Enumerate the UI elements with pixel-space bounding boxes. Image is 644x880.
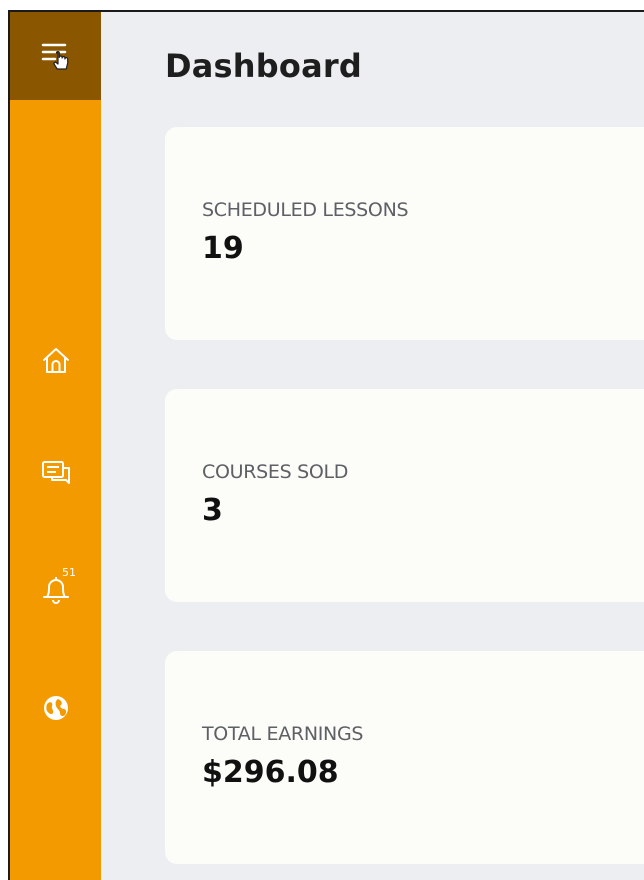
stat-card-label: TOTAL EARNINGS bbox=[202, 723, 364, 745]
sidebar: 51 bbox=[10, 12, 101, 880]
sidebar-item-notifications[interactable]: 51 bbox=[10, 564, 101, 612]
stat-card-label: COURSES SOLD bbox=[202, 461, 349, 483]
sidebar-item-language[interactable] bbox=[10, 684, 101, 732]
chat-icon bbox=[41, 461, 70, 484]
stat-card-courses-sold: COURSES SOLD 3 bbox=[165, 389, 644, 602]
sidebar-item-home[interactable] bbox=[10, 337, 101, 385]
page-title: Dashboard bbox=[165, 47, 362, 85]
stat-card-value: 19 bbox=[202, 231, 244, 266]
hamburger-icon bbox=[41, 43, 68, 70]
stat-card-value: 3 bbox=[202, 493, 223, 528]
stat-card-value: $296.08 bbox=[202, 755, 339, 790]
home-icon bbox=[42, 348, 69, 373]
stat-card-label: SCHEDULED LESSONS bbox=[202, 199, 409, 221]
menu-toggle-button[interactable] bbox=[10, 12, 101, 100]
sidebar-item-messages[interactable] bbox=[10, 450, 101, 498]
app-window: 51 Dashboard SCHEDULED LESSONS 19 COURSE… bbox=[8, 10, 644, 880]
stat-card-total-earnings: TOTAL EARNINGS $296.08 bbox=[165, 651, 644, 864]
notification-badge: 51 bbox=[62, 566, 76, 579]
globe-icon bbox=[43, 696, 68, 720]
stat-card-scheduled-lessons: SCHEDULED LESSONS 19 bbox=[165, 127, 644, 340]
